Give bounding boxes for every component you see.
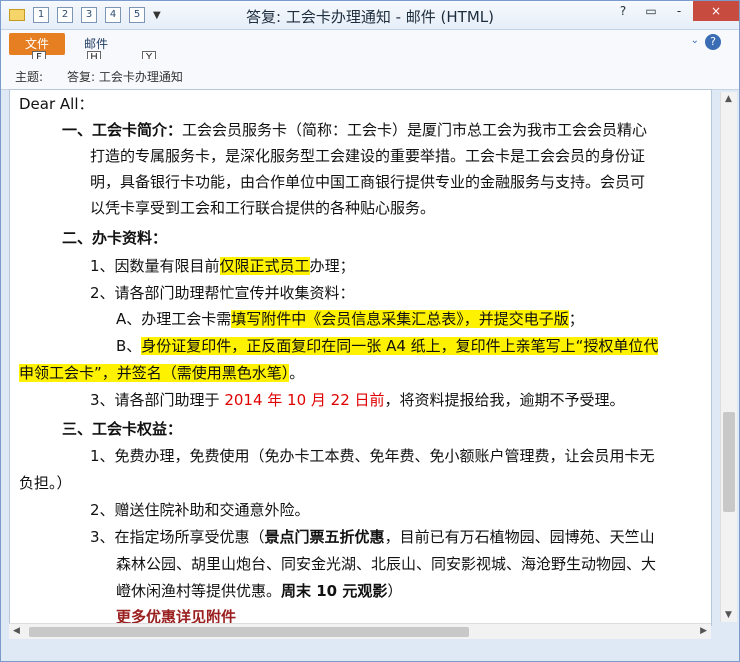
section-1-text-1: 工会会员服务卡（简称：工会卡）是厦门市总工会为我市工会会员精心 bbox=[182, 121, 648, 139]
ribbon: 文件 邮件 F H Y ? ⌄ bbox=[1, 29, 739, 65]
section-2-item-2: 2、请各部门助理帮忙宣传并收集资料： bbox=[90, 284, 355, 302]
section-2-item-a-end: ； bbox=[568, 310, 584, 328]
section-2-item-1-end: 办理； bbox=[309, 257, 355, 275]
subject-label: 主题: bbox=[15, 70, 44, 84]
collapse-ribbon-icon[interactable]: ⌄ bbox=[691, 35, 699, 46]
scroll-up-icon[interactable]: ▲ bbox=[725, 94, 732, 104]
message-body[interactable]: Dear All： 一、工会卡简介：工会会员服务卡（简称：工会卡）是厦门市总工会… bbox=[9, 89, 712, 626]
section-2-item-1-text: 1、因数量有限目前 bbox=[90, 257, 220, 275]
section-2-item-a-highlight: 填写附件中《会员信息采集汇总表》，并提交电子版 bbox=[231, 310, 569, 328]
section-2-item-b-line-1: B、身份证复印件，正反面复印在同一张 A4 纸上，复印件上亲笔写上“授权单位代 bbox=[116, 333, 659, 359]
section-3-item-3-line-3-bold: 周末 10 元观影 bbox=[281, 582, 388, 600]
section-3-title: 三、工会卡权益： bbox=[62, 420, 183, 438]
section-3-item-1-line-2: 负担。） bbox=[19, 474, 72, 492]
horizontal-scrollbar[interactable]: ◀ ▶ bbox=[9, 623, 711, 639]
section-2-title: 二、办卡资料： bbox=[62, 229, 168, 247]
title-bar: 1 2 3 4 5 ▼ 答复: 工会卡办理通知 - 邮件 (HTML) ? ▭ … bbox=[1, 1, 739, 29]
greeting: Dear All： bbox=[19, 95, 94, 113]
section-2-item-3-end: ，将资料提报给我，逾期不予受理。 bbox=[384, 391, 625, 409]
minimize-button[interactable]: - bbox=[665, 1, 693, 21]
vertical-scroll-thumb[interactable] bbox=[723, 412, 735, 512]
subject-bar: 主题: 答复: 工会卡办理通知 bbox=[1, 59, 739, 90]
section-2-item-b-highlight-1: 身份证复印件，正反面复印在同一张 A4 纸上，复印件上亲笔写上“授权单位代 bbox=[141, 337, 659, 355]
section-3-item-3-bold: 景点门票五折优惠 bbox=[264, 528, 385, 546]
restore-button[interactable]: ▭ bbox=[637, 1, 665, 21]
section-1-text-3: 明，具备银行卡功能，由合作单位中国工商银行提供专业的金融服务与支持。会员可 bbox=[90, 173, 646, 191]
scroll-right-icon[interactable]: ▶ bbox=[700, 626, 707, 636]
section-2-item-3-text: 3、请各部门助理于 bbox=[90, 391, 225, 409]
help-icon[interactable]: ? bbox=[609, 1, 637, 21]
section-3-item-3-line-2: 森林公园、胡里山炮台、同安金光湖、北辰山、同安影视城、海沧野生动物园、大 bbox=[116, 555, 657, 573]
section-3-item-1-line-1: 1、免费办理，免费使用（免办卡工本费、免年费、免小额账户管理费，让会员用卡无 bbox=[90, 447, 655, 465]
section-2-item-b-highlight-2: 申领工会卡”，并签名（需使用黑色水笔） bbox=[19, 364, 290, 382]
section-2-item-1: 1、因数量有限目前仅限正式员工办理； bbox=[90, 253, 355, 279]
section-3-item-3-line-1: 3、在指定场所享受优惠（景点门票五折优惠，目前已有万石植物园、园博苑、天竺山 bbox=[90, 524, 655, 550]
section-1-line: 一、工会卡简介：工会会员服务卡（简称：工会卡）是厦门市总工会为我市工会会员精心 bbox=[62, 117, 647, 143]
vertical-scrollbar[interactable]: ▲ ▼ bbox=[720, 92, 737, 622]
section-2-item-a: A、办理工会卡需填写附件中《会员信息采集汇总表》，并提交电子版； bbox=[116, 306, 584, 332]
subject-value: 答复: 工会卡办理通知 bbox=[67, 70, 183, 84]
mail-window: 1 2 3 4 5 ▼ 答复: 工会卡办理通知 - 邮件 (HTML) ? ▭ … bbox=[0, 0, 740, 662]
window-controls: ? ▭ - × bbox=[609, 1, 739, 21]
section-3-item-3-line-3-text: 嶝休闲渔村等提供优惠。 bbox=[116, 582, 282, 600]
scroll-down-icon[interactable]: ▼ bbox=[725, 610, 732, 620]
section-2-item-b-end: 。 bbox=[289, 364, 305, 382]
horizontal-scroll-thumb[interactable] bbox=[29, 627, 469, 637]
ribbon-help-icon[interactable]: ? bbox=[705, 34, 721, 50]
deadline-date: 2014 年 10 月 22 日前 bbox=[224, 391, 385, 409]
section-2-item-b-line-2: 申领工会卡”，并签名（需使用黑色水笔）。 bbox=[19, 360, 304, 386]
section-1-title: 一、工会卡简介： bbox=[62, 121, 183, 139]
section-3-item-3-line-3-end: ） bbox=[387, 582, 403, 600]
section-3-item-3-line-3: 嶝休闲渔村等提供优惠。周末 10 元观影） bbox=[116, 578, 402, 604]
section-1-text-4: 以凭卡享受到工会和工行联合提供的各种贴心服务。 bbox=[90, 199, 436, 217]
section-1-text-2: 打造的专属服务卡，是深化服务型工会建设的重要举措。工会卡是工会会员的身份证 bbox=[90, 147, 646, 165]
section-2-item-3: 3、请各部门助理于 2014 年 10 月 22 日前，将资料提报给我，逾期不予… bbox=[90, 387, 625, 413]
section-2-item-1-highlight: 仅限正式员工 bbox=[219, 257, 310, 275]
section-3-item-3-end: ，目前已有万石植物园、园博苑、天竺山 bbox=[384, 528, 655, 546]
section-3-item-2: 2、赠送住院补助和交通意外险。 bbox=[90, 501, 310, 519]
section-3-item-3-text: 3、在指定场所享受优惠（ bbox=[90, 528, 265, 546]
scroll-left-icon[interactable]: ◀ bbox=[13, 626, 20, 636]
close-button[interactable]: × bbox=[693, 1, 739, 21]
section-2-item-b-text: B、 bbox=[116, 337, 142, 355]
section-2-item-a-text: A、办理工会卡需 bbox=[116, 310, 232, 328]
